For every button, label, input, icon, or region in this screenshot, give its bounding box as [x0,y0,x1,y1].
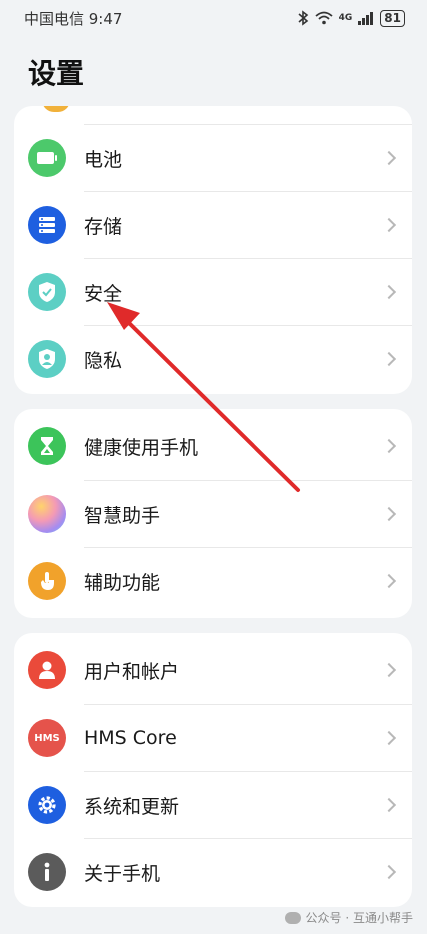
annotation-arrow [107,302,300,492]
watermark: 公众号 · 互通小帮手 [284,909,413,926]
wechat-icon [284,911,301,924]
watermark-text: 公众号 · 互通小帮手 [305,911,413,925]
